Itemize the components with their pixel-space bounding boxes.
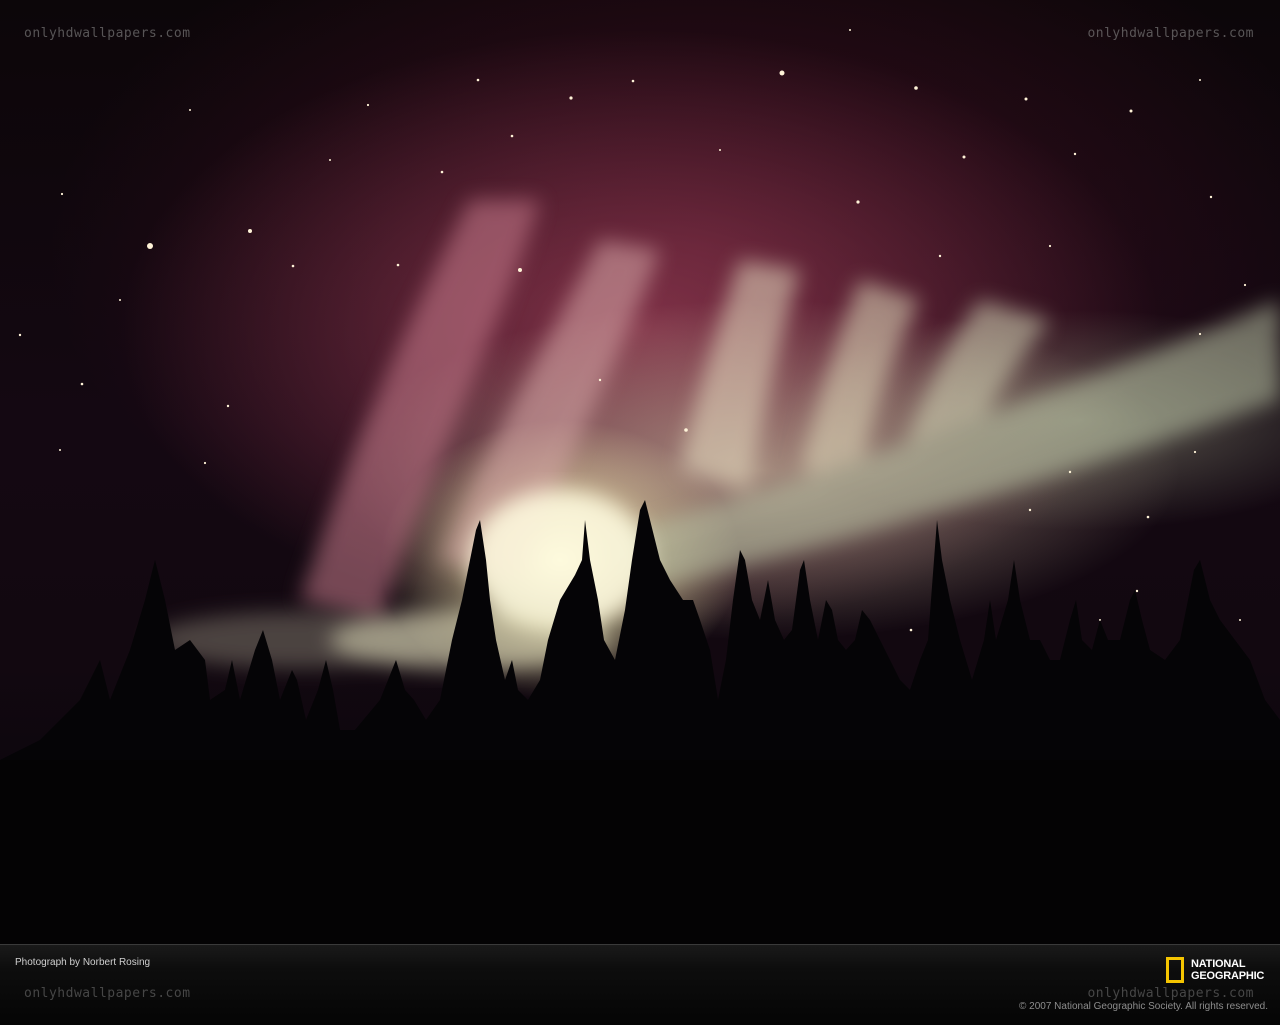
foreground-darkness [0, 760, 1280, 944]
watermark-top-left: onlyhdwallpapers.com [24, 26, 191, 41]
photo-credit-bar: Photograph by Norbert Rosing NATIONAL GE… [0, 944, 1280, 1025]
logo-line-geographic: GEOGRAPHIC [1191, 970, 1265, 982]
aurora-scene [0, 29, 1280, 944]
watermark-top-right: onlyhdwallpapers.com [1087, 26, 1254, 41]
photographer-credit: Photograph by Norbert Rosing [15, 957, 151, 968]
aurora-photograph: onlyhdwallpapers.com onlyhdwallpapers.co… [0, 0, 1280, 944]
national-geographic-logo: NATIONAL GEOGRAPHIC [1166, 957, 1264, 983]
national-geographic-wordmark: NATIONAL GEOGRAPHIC [1191, 958, 1264, 982]
copyright-notice: © 2007 National Geographic Society. All … [1019, 1001, 1268, 1012]
aurora-curtain [300, 200, 1280, 620]
watermark-bottom-right: onlyhdwallpapers.com [1087, 986, 1254, 1001]
logo-line-national: NATIONAL [1191, 958, 1246, 970]
yellow-border-rectangle-icon [1166, 957, 1184, 983]
watermark-bottom-left: onlyhdwallpapers.com [24, 986, 191, 1001]
